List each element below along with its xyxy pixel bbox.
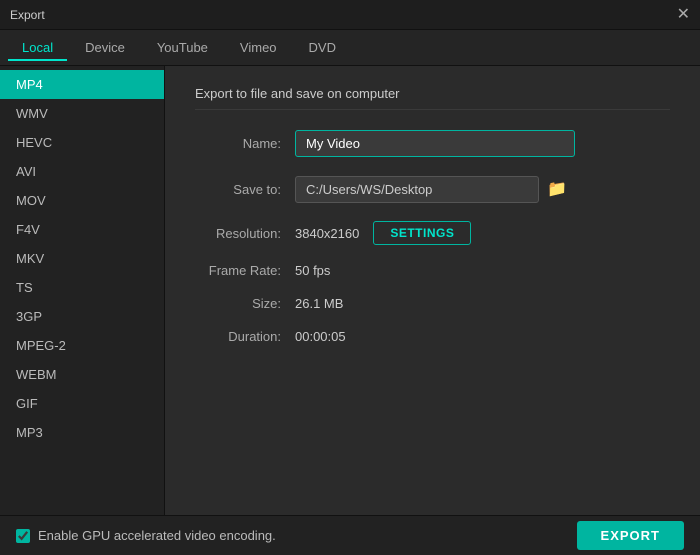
sidebar-item-mov[interactable]: MOV: [0, 186, 164, 215]
sidebar-item-mpeg2[interactable]: MPEG-2: [0, 331, 164, 360]
save-to-input[interactable]: [295, 176, 539, 203]
sidebar-item-ts[interactable]: TS: [0, 273, 164, 302]
duration-value: 00:00:05: [295, 329, 346, 344]
close-button[interactable]: ✕: [677, 7, 690, 23]
tab-youtube[interactable]: YouTube: [143, 34, 222, 61]
gpu-encoding-text: Enable GPU accelerated video encoding.: [38, 528, 276, 543]
title-bar: Export ✕: [0, 0, 700, 30]
size-label: Size:: [195, 296, 295, 311]
sidebar-item-hevc[interactable]: HEVC: [0, 128, 164, 157]
bottom-bar: Enable GPU accelerated video encoding. E…: [0, 515, 700, 555]
export-content: Export to file and save on computer Name…: [165, 66, 700, 515]
main-panel: MP4 WMV HEVC AVI MOV F4V MKV TS 3GP MPEG…: [0, 66, 700, 515]
sidebar-item-mp3[interactable]: MP3: [0, 418, 164, 447]
tab-bar: Local Device YouTube Vimeo DVD: [0, 30, 700, 66]
frame-rate-row: Frame Rate: 50 fps: [195, 263, 670, 278]
gpu-encoding-checkbox[interactable]: [16, 529, 30, 543]
name-label: Name:: [195, 136, 295, 151]
export-button[interactable]: EXPORT: [577, 521, 684, 550]
sidebar-item-wmv[interactable]: WMV: [0, 99, 164, 128]
sidebar-item-f4v[interactable]: F4V: [0, 215, 164, 244]
duration-row: Duration: 00:00:05: [195, 329, 670, 344]
settings-button[interactable]: SETTINGS: [373, 221, 471, 245]
tab-vimeo[interactable]: Vimeo: [226, 34, 291, 61]
save-to-row: Save to: 📁: [195, 175, 670, 203]
name-input[interactable]: [295, 130, 575, 157]
save-to-label: Save to:: [195, 182, 295, 197]
folder-icon: 📁: [547, 181, 567, 198]
resolution-group: 3840x2160 SETTINGS: [295, 221, 471, 245]
resolution-label: Resolution:: [195, 226, 295, 241]
resolution-row: Resolution: 3840x2160 SETTINGS: [195, 221, 670, 245]
sidebar-item-3gp[interactable]: 3GP: [0, 302, 164, 331]
frame-rate-label: Frame Rate:: [195, 263, 295, 278]
window-title: Export: [10, 8, 45, 22]
size-value: 26.1 MB: [295, 296, 343, 311]
sidebar-item-webm[interactable]: WEBM: [0, 360, 164, 389]
sidebar-item-mkv[interactable]: MKV: [0, 244, 164, 273]
tab-device[interactable]: Device: [71, 34, 139, 61]
size-row: Size: 26.1 MB: [195, 296, 670, 311]
duration-label: Duration:: [195, 329, 295, 344]
frame-rate-value: 50 fps: [295, 263, 330, 278]
sidebar-item-gif[interactable]: GIF: [0, 389, 164, 418]
sidebar-item-avi[interactable]: AVI: [0, 157, 164, 186]
tab-local[interactable]: Local: [8, 34, 67, 61]
tab-dvd[interactable]: DVD: [295, 34, 350, 61]
section-title: Export to file and save on computer: [195, 86, 670, 110]
resolution-value: 3840x2160: [295, 226, 359, 241]
format-sidebar: MP4 WMV HEVC AVI MOV F4V MKV TS 3GP MPEG…: [0, 66, 165, 515]
sidebar-item-mp4[interactable]: MP4: [0, 70, 164, 99]
gpu-encoding-label[interactable]: Enable GPU accelerated video encoding.: [16, 528, 276, 543]
name-row: Name:: [195, 130, 670, 157]
folder-browse-button[interactable]: 📁: [539, 175, 575, 203]
